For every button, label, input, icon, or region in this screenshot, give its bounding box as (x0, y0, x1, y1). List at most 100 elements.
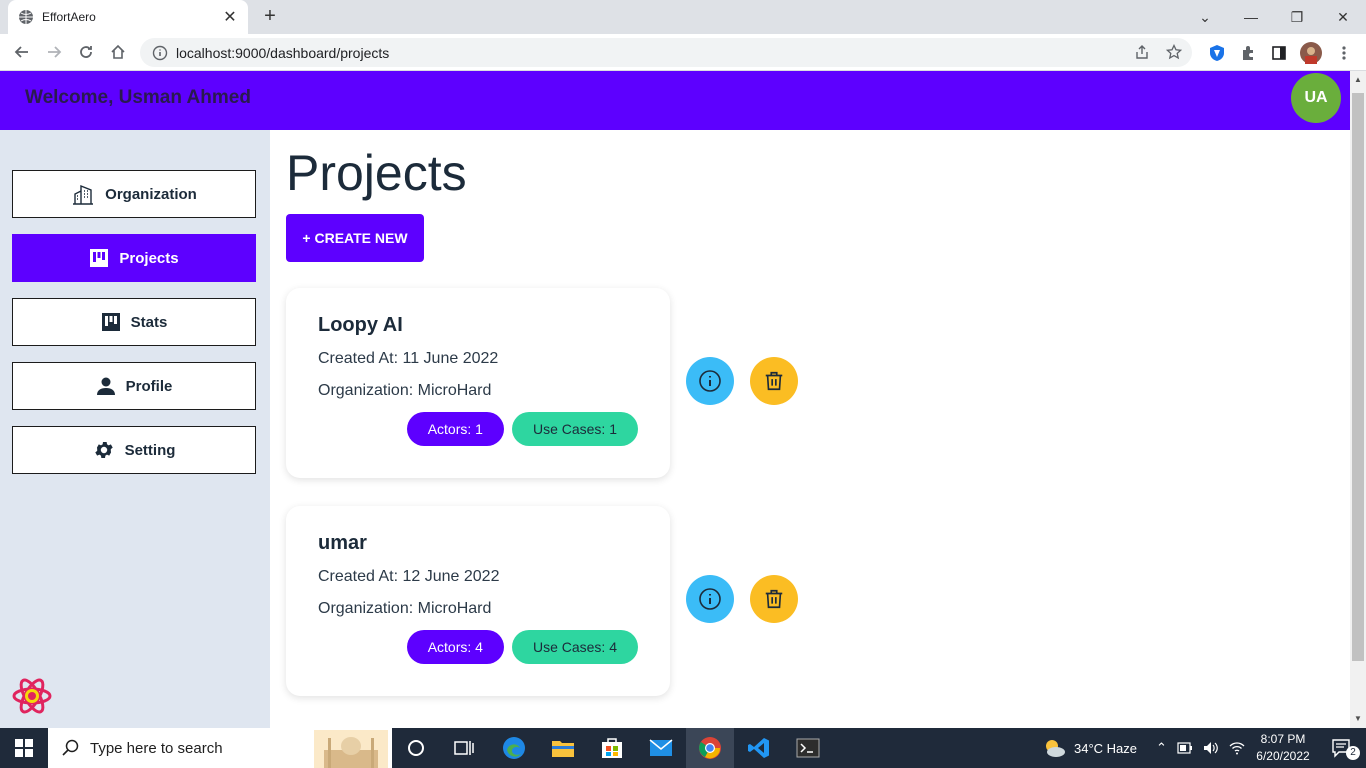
person-icon (96, 377, 115, 395)
edge-icon (503, 737, 525, 759)
battery-icon[interactable] (1177, 742, 1193, 754)
reload-icon (80, 46, 92, 58)
cortana-button[interactable] (392, 728, 440, 768)
bookmark-star-icon[interactable] (1166, 44, 1182, 60)
use-cases-badge: Use Cases: 4 (511, 630, 638, 664)
building-icon (73, 184, 94, 205)
task-view-button[interactable] (440, 728, 488, 768)
notifications-button[interactable]: 2 (1318, 728, 1366, 768)
react-devtools-icon[interactable] (12, 676, 52, 716)
board-icon (90, 249, 109, 267)
tray-expand-icon[interactable]: ⌃ (1156, 740, 1167, 756)
sidebar: Organization Projects Stats Profile Sett… (0, 130, 270, 728)
project-info-button[interactable] (686, 575, 734, 623)
extensions-puzzle-icon[interactable] (1237, 42, 1259, 64)
terminal-icon (796, 738, 820, 758)
sidebar-item-label: Setting (124, 441, 176, 459)
clock-date: 6/20/2022 (1256, 749, 1310, 763)
side-panel-icon[interactable] (1268, 42, 1290, 64)
home-icon (111, 44, 125, 59)
welcome-text: Welcome, Usman Ahmed (25, 87, 251, 108)
taskbar-clock[interactable]: 8:07 PM 6/20/2022 (1248, 731, 1318, 765)
trash-icon (765, 371, 783, 391)
browser-menu-icon[interactable] (1333, 42, 1355, 64)
arrow-left-icon (14, 46, 28, 58)
scroll-down-arrow-icon[interactable]: ▼ (1354, 714, 1362, 723)
share-icon[interactable] (1134, 44, 1150, 60)
sidebar-item-projects[interactable]: Projects (12, 234, 256, 282)
tab-title: EffortAero (42, 10, 96, 24)
taskbar-edge[interactable] (490, 728, 538, 768)
gear-icon (94, 442, 113, 458)
wifi-icon[interactable] (1229, 741, 1245, 755)
project-card[interactable]: Loopy AI Created At: 11 June 2022 Organi… (286, 288, 670, 478)
create-new-button[interactable]: + CREATE NEW (286, 214, 424, 262)
tab-search-chevron-icon[interactable]: ⌄ (1182, 0, 1228, 34)
chrome-icon (699, 737, 721, 759)
project-name: Loopy AI (318, 314, 403, 336)
project-delete-button[interactable] (750, 575, 798, 623)
system-tray: ⌃ (1156, 728, 1245, 768)
site-info-icon[interactable] (152, 45, 168, 61)
start-button[interactable] (0, 728, 48, 768)
address-bar[interactable]: localhost:9000/dashboard/projects (140, 38, 1192, 67)
forward-button[interactable] (42, 40, 66, 64)
windows-taskbar: Type here to search 34°C Haze ⌃ 8:07 PM … (0, 728, 1366, 768)
search-placeholder: Type here to search (90, 739, 223, 757)
app-header: Welcome, Usman Ahmed UA (0, 71, 1350, 130)
project-card[interactable]: umar Created At: 12 June 2022 Organizati… (286, 506, 670, 696)
sidebar-item-organization[interactable]: Organization (12, 170, 256, 218)
search-icon (62, 739, 79, 756)
taskbar-terminal[interactable] (784, 728, 832, 768)
volume-icon[interactable] (1203, 741, 1219, 755)
browser-toolbar: localhost:9000/dashboard/projects (0, 34, 1366, 71)
user-avatar[interactable]: UA (1291, 73, 1341, 123)
trash-icon (765, 589, 783, 609)
sidebar-item-setting[interactable]: Setting (12, 426, 256, 474)
page-scrollbar[interactable]: ▲ ▼ (1350, 71, 1366, 728)
taskbar-file-explorer[interactable] (539, 728, 587, 768)
close-tab-icon[interactable]: ✕ (222, 7, 238, 27)
minimize-button[interactable]: — (1228, 0, 1274, 34)
taskbar-vscode[interactable] (735, 728, 783, 768)
taskbar-store[interactable] (588, 728, 636, 768)
info-icon (699, 370, 721, 392)
notification-count-badge: 2 (1346, 746, 1360, 760)
taskbar-mail[interactable] (637, 728, 685, 768)
project-delete-button[interactable] (750, 357, 798, 405)
project-organization: Organization: MicroHard (318, 382, 492, 399)
sidebar-item-label: Organization (105, 185, 197, 203)
taskbar-chrome[interactable] (686, 728, 734, 768)
scroll-up-arrow-icon[interactable]: ▲ (1354, 75, 1362, 84)
restore-button[interactable]: ❐ (1274, 0, 1320, 34)
sidebar-item-stats[interactable]: Stats (12, 298, 256, 346)
mail-icon (649, 739, 673, 756)
browser-tab[interactable]: EffortAero ✕ (8, 0, 248, 34)
back-button[interactable] (10, 40, 34, 64)
project-created-at: Created At: 12 June 2022 (318, 568, 500, 585)
close-window-button[interactable]: ✕ (1320, 0, 1366, 34)
main-content: Projects + CREATE NEW Loopy AI Created A… (270, 130, 1350, 728)
sidebar-item-profile[interactable]: Profile (12, 362, 256, 410)
globe-icon (19, 10, 33, 24)
new-tab-button[interactable]: + (258, 4, 282, 28)
vscode-icon (748, 738, 769, 758)
page-title: Projects (286, 145, 467, 201)
weather-cloud-sun-icon (1046, 740, 1065, 757)
shield-extension-icon[interactable] (1206, 42, 1228, 64)
profile-avatar-icon[interactable] (1300, 42, 1322, 64)
home-button[interactable] (106, 40, 130, 64)
actors-badge: Actors: 4 (406, 630, 504, 664)
actors-badge: Actors: 1 (406, 412, 504, 446)
project-name: umar (318, 532, 367, 554)
info-icon (699, 588, 721, 610)
scrollbar-thumb[interactable] (1352, 93, 1364, 661)
taskbar-search[interactable]: Type here to search (48, 728, 392, 768)
project-organization: Organization: MicroHard (318, 600, 492, 617)
reload-button[interactable] (74, 40, 98, 64)
project-info-button[interactable] (686, 357, 734, 405)
folder-icon (552, 741, 574, 757)
search-highlight-image-icon (314, 730, 388, 768)
use-cases-badge: Use Cases: 1 (511, 412, 638, 446)
weather-widget[interactable]: 34°C Haze (1042, 728, 1137, 768)
